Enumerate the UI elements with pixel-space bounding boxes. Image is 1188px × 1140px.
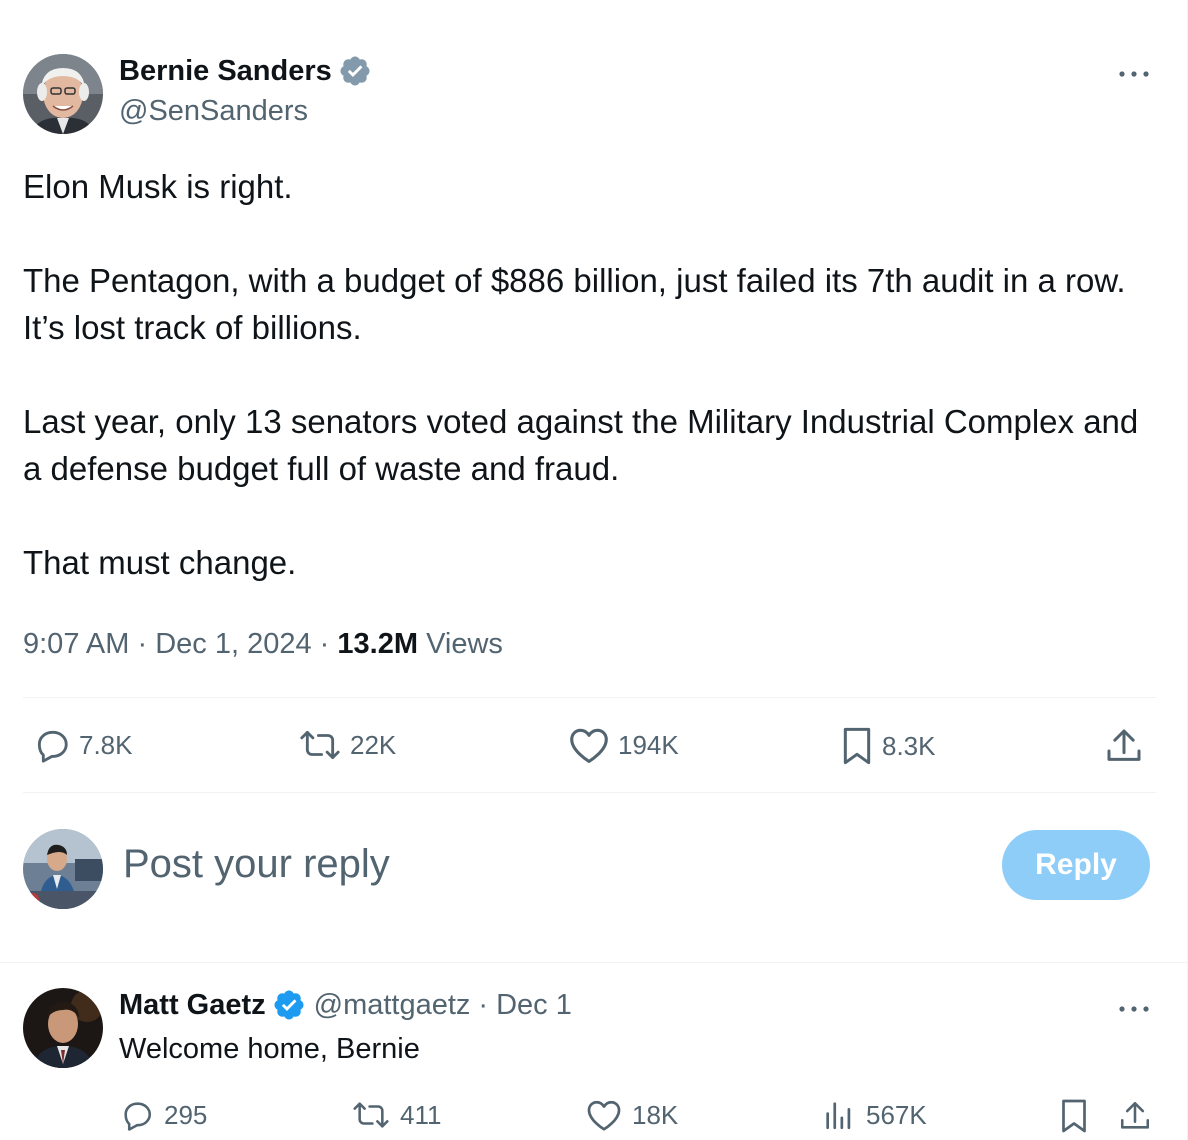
reply-count: 7.8K <box>79 729 133 760</box>
more-options-icon[interactable] <box>1117 997 1151 1022</box>
analytics-icon <box>826 1102 851 1130</box>
like-action[interactable]: 194K <box>568 726 679 764</box>
reply-text: Welcome home, Bernie <box>119 1033 420 1065</box>
repost-icon <box>353 1102 389 1128</box>
divider <box>0 962 1188 963</box>
views-action[interactable]: 567K <box>822 1098 927 1132</box>
tweet-paragraph: Last year, only 13 senators voted agains… <box>23 403 1139 487</box>
repost-action[interactable]: 411 <box>352 1098 441 1132</box>
bookmark-icon <box>1062 1099 1086 1133</box>
author-name[interactable]: Bernie Sanders <box>119 55 332 88</box>
tweet-paragraph: That must change. <box>23 544 297 581</box>
heart-icon <box>570 728 608 763</box>
reply-input[interactable]: Post your reply <box>123 842 390 887</box>
more-options-icon[interactable] <box>1117 62 1151 87</box>
author-name-row: Bernie Sanders <box>119 54 372 88</box>
views-count: 13.2M <box>337 628 418 660</box>
tweet-time[interactable]: 9:07 AM <box>23 628 129 660</box>
tweet-date[interactable]: Dec 1, 2024 <box>155 628 311 660</box>
repost-count: 411 <box>400 1099 442 1130</box>
verified-badge-icon <box>272 988 306 1022</box>
views-count: 567K <box>866 1099 927 1130</box>
repost-count: 22K <box>350 729 397 760</box>
heart-icon <box>587 1100 621 1131</box>
meta-separator: · <box>137 628 148 660</box>
reply-author-row: Matt Gaetz @mattgaetz · Dec 1 <box>119 988 572 1022</box>
repost-action[interactable]: 22K <box>298 726 396 764</box>
tweet-paragraph: Elon Musk is right. <box>23 168 293 205</box>
reply-author-avatar[interactable] <box>23 988 103 1068</box>
reply-icon <box>37 730 68 763</box>
reply-author-handle[interactable]: @mattgaetz <box>314 989 471 1022</box>
like-action[interactable]: 18K <box>586 1098 678 1132</box>
reply-author-name[interactable]: Matt Gaetz <box>119 989 266 1022</box>
share-action[interactable] <box>1104 726 1144 766</box>
bookmark-icon <box>843 727 871 765</box>
author-avatar[interactable] <box>23 54 103 134</box>
user-avatar[interactable] <box>23 829 103 909</box>
verified-badge-icon <box>338 54 372 88</box>
like-count: 194K <box>618 729 679 760</box>
repost-icon <box>300 730 340 760</box>
views-label: Views <box>426 628 503 660</box>
share-icon <box>1120 1101 1150 1129</box>
share-icon <box>1107 729 1141 761</box>
reply-action[interactable]: 7.8K <box>33 726 133 764</box>
reply-button[interactable]: Reply <box>1002 830 1150 900</box>
reply-count: 295 <box>164 1099 208 1130</box>
share-action[interactable] <box>1118 1098 1152 1134</box>
tweet-text: Elon Musk is right. The Pentagon, with a… <box>23 163 1153 586</box>
tweet-meta: 9:07 AM · Dec 1, 2024 · 13.2M Views <box>23 628 503 661</box>
tweet-paragraph: The Pentagon, with a budget of $886 bill… <box>23 262 1126 346</box>
reply-icon <box>124 1102 152 1131</box>
bookmark-action[interactable]: 8.3K <box>840 726 936 766</box>
author-handle[interactable]: @SenSanders <box>119 95 308 128</box>
bookmark-count: 8.3K <box>882 730 936 761</box>
bookmark-action[interactable] <box>1059 1098 1089 1134</box>
reply-action[interactable]: 295 <box>120 1098 207 1132</box>
meta-separator: · <box>319 628 330 660</box>
reply-date[interactable]: Dec 1 <box>496 989 572 1022</box>
divider <box>23 697 1156 698</box>
like-count: 18K <box>632 1099 679 1130</box>
meta-separator: · <box>478 988 489 1021</box>
divider <box>23 792 1156 793</box>
